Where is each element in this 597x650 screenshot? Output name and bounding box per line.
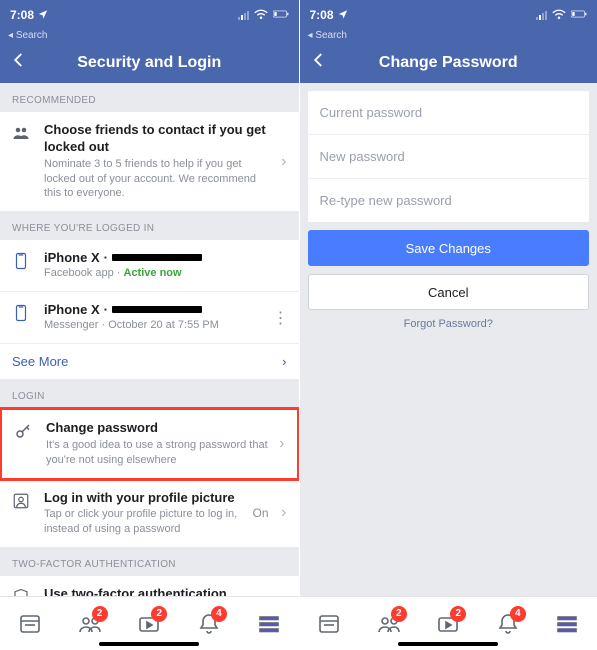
redacted-location bbox=[112, 306, 202, 313]
wifi-icon bbox=[253, 8, 269, 22]
row-title: Use two-factor authentication bbox=[44, 586, 273, 596]
more-options-icon[interactable]: ⋮ bbox=[273, 308, 287, 328]
session-app: Facebook app bbox=[44, 267, 114, 279]
section-login-label: LOGIN bbox=[0, 379, 299, 408]
signal-icon bbox=[238, 10, 249, 20]
row-title: Choose friends to contact if you get loc… bbox=[44, 122, 273, 156]
badge: 2 bbox=[151, 606, 167, 622]
session-app: Messenger bbox=[44, 319, 98, 331]
tab-watch[interactable]: 2 bbox=[428, 604, 468, 644]
home-indicator bbox=[99, 642, 199, 646]
row-title: Change password bbox=[46, 420, 271, 437]
location-arrow-icon bbox=[338, 8, 348, 22]
status-bar: 7:08 bbox=[0, 0, 299, 30]
chevron-right-icon: › bbox=[282, 354, 286, 369]
back-to-search[interactable]: ◂ Search bbox=[300, 30, 597, 43]
badge: 4 bbox=[211, 606, 227, 622]
signal-icon bbox=[536, 10, 547, 20]
chevron-right-icon: › bbox=[271, 435, 285, 453]
screen-security-and-login: 7:08 ◂ Search Security and Login RECOMME… bbox=[0, 0, 299, 650]
badge: 2 bbox=[391, 606, 407, 622]
phone-icon bbox=[12, 304, 34, 327]
screen-change-password: 7:08 ◂ Search Change Password bbox=[299, 0, 597, 650]
section-recommended-label: RECOMMENDED bbox=[0, 83, 299, 112]
header: Security and Login bbox=[0, 43, 299, 83]
status-time: 7:08 bbox=[310, 8, 334, 22]
row-subtitle: Tap or click your profile picture to log… bbox=[44, 507, 252, 537]
status-time: 7:08 bbox=[10, 8, 34, 22]
tab-menu[interactable] bbox=[547, 604, 587, 644]
retype-password-input[interactable] bbox=[308, 179, 590, 222]
badge: 4 bbox=[510, 606, 526, 622]
status-bar: 7:08 bbox=[300, 0, 597, 30]
key-icon bbox=[14, 422, 36, 445]
tab-bar: 2 2 4 bbox=[0, 596, 299, 650]
session-meta: Active now bbox=[124, 267, 182, 279]
battery-icon bbox=[571, 8, 587, 22]
new-password-input[interactable] bbox=[308, 135, 590, 178]
session-meta: October 20 at 7:55 PM bbox=[108, 319, 219, 331]
row-subtitle: It's a good idea to use a strong passwor… bbox=[46, 438, 271, 468]
section-two-factor-label: TWO-FACTOR AUTHENTICATION bbox=[0, 547, 299, 576]
tab-menu[interactable] bbox=[249, 604, 289, 644]
back-to-search[interactable]: ◂ Search bbox=[0, 30, 299, 43]
row-change-password[interactable]: Change password It's a good idea to use … bbox=[2, 410, 297, 478]
forgot-password-link[interactable]: Forgot Password? bbox=[300, 318, 597, 330]
wifi-icon bbox=[551, 8, 567, 22]
phone-icon bbox=[12, 252, 34, 275]
session-row[interactable]: iPhone X · Messenger · October 20 at 7:5… bbox=[0, 292, 299, 344]
tab-friends[interactable]: 2 bbox=[369, 604, 409, 644]
page-title: Change Password bbox=[310, 54, 588, 72]
chevron-right-icon: › bbox=[273, 504, 287, 522]
friends-icon bbox=[12, 124, 34, 147]
profile-picture-icon bbox=[12, 492, 34, 515]
status-right bbox=[238, 8, 289, 22]
chevron-right-icon: › bbox=[273, 153, 287, 171]
save-changes-button[interactable]: Save Changes bbox=[308, 230, 590, 266]
see-more-link[interactable]: See More › bbox=[0, 344, 299, 379]
header: Change Password bbox=[300, 43, 597, 83]
session-device: iPhone X bbox=[44, 250, 100, 265]
badge: 2 bbox=[450, 606, 466, 622]
tab-notifications[interactable]: 4 bbox=[488, 604, 528, 644]
tab-bar: 2 2 4 bbox=[300, 596, 597, 650]
row-trail-value: On bbox=[252, 506, 268, 520]
current-password-input[interactable] bbox=[308, 91, 590, 134]
tab-news-feed[interactable] bbox=[309, 604, 349, 644]
shield-icon bbox=[12, 588, 34, 596]
cancel-button[interactable]: Cancel bbox=[308, 274, 590, 310]
redacted-location bbox=[112, 254, 202, 261]
session-row[interactable]: iPhone X · Facebook app · Active now bbox=[0, 240, 299, 292]
row-two-factor[interactable]: Use two-factor authentication Log in wit… bbox=[0, 576, 299, 596]
badge: 2 bbox=[92, 606, 108, 622]
tab-notifications[interactable]: 4 bbox=[189, 604, 229, 644]
status-right bbox=[536, 8, 587, 22]
session-device: iPhone X bbox=[44, 302, 100, 317]
location-arrow-icon bbox=[38, 8, 48, 22]
tab-friends[interactable]: 2 bbox=[70, 604, 110, 644]
tab-watch[interactable]: 2 bbox=[129, 604, 169, 644]
home-indicator bbox=[398, 642, 498, 646]
page-title: Security and Login bbox=[10, 54, 289, 72]
row-choose-friends[interactable]: Choose friends to contact if you get loc… bbox=[0, 112, 299, 211]
section-logged-in-label: WHERE YOU'RE LOGGED IN bbox=[0, 211, 299, 240]
row-profile-picture-login[interactable]: Log in with your profile picture Tap or … bbox=[0, 480, 299, 548]
tab-news-feed[interactable] bbox=[10, 604, 50, 644]
row-subtitle: Nominate 3 to 5 friends to help if you g… bbox=[44, 157, 273, 202]
battery-icon bbox=[273, 8, 289, 22]
row-title: Log in with your profile picture bbox=[44, 490, 252, 507]
